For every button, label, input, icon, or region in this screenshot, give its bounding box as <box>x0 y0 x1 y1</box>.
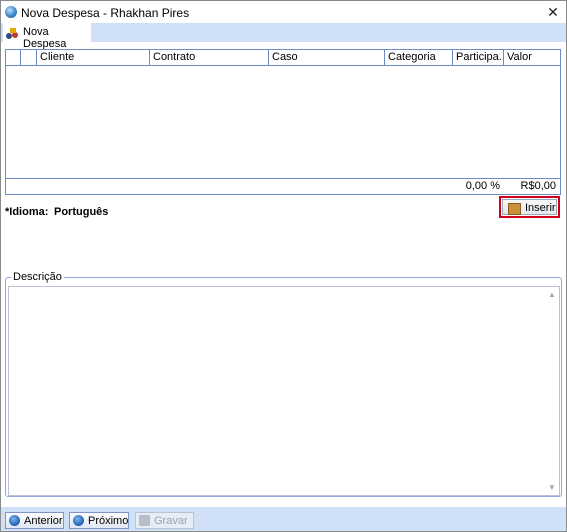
idioma-label: *Idioma: <box>5 206 48 218</box>
save-icon <box>139 515 150 526</box>
close-button[interactable]: ✕ <box>540 1 566 23</box>
inserir-button[interactable]: Inserir <box>499 196 560 218</box>
title-bar: Nova Despesa - Rhakhan Pires ✕ <box>1 1 566 23</box>
col-header-contrato[interactable]: Contrato <box>149 50 268 65</box>
col-header-valor[interactable]: Valor <box>503 50 560 65</box>
gravar-button[interactable]: Gravar <box>135 512 194 529</box>
navigation-bar: Anterior Próximo Gravar <box>1 507 566 531</box>
arrow-left-icon <box>9 515 20 526</box>
proximo-button[interactable]: Próximo <box>69 512 129 529</box>
inserir-button-face[interactable]: Inserir <box>502 199 557 215</box>
grid-header: Cliente Contrato Caso Categoria Particip… <box>6 50 560 66</box>
col-header-participacao[interactable]: Participa... <box>452 50 503 65</box>
idioma-value[interactable]: Português <box>54 206 108 218</box>
col-header-select[interactable] <box>6 50 20 65</box>
app-globe-icon <box>5 6 17 18</box>
col-header-flag[interactable] <box>20 50 36 65</box>
col-header-cliente[interactable]: Cliente <box>36 50 149 65</box>
scroll-down-icon[interactable]: ▼ <box>548 483 556 492</box>
inserir-button-label: Inserir <box>525 202 556 214</box>
descricao-scrollbar[interactable]: ▲ ▼ <box>545 287 559 495</box>
descricao-label: Descrição <box>11 271 64 283</box>
insert-document-icon <box>508 203 521 215</box>
anterior-label: Anterior <box>24 515 63 527</box>
arrow-right-icon <box>73 515 84 526</box>
tab-nova-despesa[interactable]: Nova Despesa <box>3 23 91 50</box>
expense-grid[interactable]: Cliente Contrato Caso Categoria Particip… <box>5 49 561 195</box>
gravar-label: Gravar <box>154 515 188 527</box>
tab-strip: Nova Despesa <box>1 23 566 50</box>
grid-summary-row: 0,00 % R$0,00 <box>6 178 560 194</box>
anterior-button[interactable]: Anterior <box>5 512 64 529</box>
idioma-label-text: Idioma: <box>9 206 49 218</box>
col-header-categoria[interactable]: Categoria <box>384 50 452 65</box>
col-header-caso[interactable]: Caso <box>268 50 384 65</box>
window-title: Nova Despesa - Rhakhan Pires <box>21 6 190 20</box>
total-value: R$0,00 <box>520 180 556 192</box>
expense-icon <box>6 28 18 39</box>
descricao-textarea[interactable]: ▲ ▼ <box>8 286 560 496</box>
total-percent: 0,00 % <box>465 180 500 192</box>
proximo-label: Próximo <box>88 515 129 527</box>
tab-label: Nova Despesa <box>23 26 67 50</box>
scroll-up-icon[interactable]: ▲ <box>548 290 556 299</box>
expense-window: Nova Despesa - Rhakhan Pires ✕ Nova Desp… <box>0 0 567 532</box>
